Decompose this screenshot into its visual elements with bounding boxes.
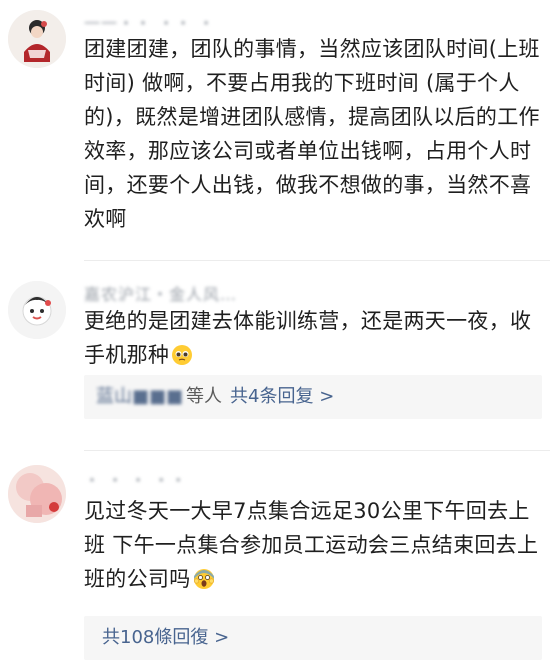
pleading-face-emoji-icon xyxy=(171,344,193,366)
username[interactable]: 一一・・ ・・ ・ xyxy=(84,10,215,34)
comment-text: 团建团建，团队的事情，当然应该团队时间(上班时间) 做啊，不要占用我的下班时间 … xyxy=(84,32,546,236)
comment-text-content: 见过冬天一大早7点集合远足30公里下午回去上班 下午一点集合参加员工运动会三点结… xyxy=(84,499,539,591)
view-replies-link[interactable]: 共4条回复 > xyxy=(230,386,334,407)
avatar[interactable] xyxy=(8,281,66,339)
comment-text-content: 团建团建，团队的事情，当然应该团队时间(上班时间) 做啊，不要占用我的下班时间 … xyxy=(84,37,540,231)
comment-item: 一一・・ ・・ ・ 团建团建，团队的事情，当然应该团队时间(上班时间) 做啊，不… xyxy=(0,0,550,260)
comment-text-content: 更绝的是团建去体能训练营，还是两天一夜，收手机那种 xyxy=(84,309,532,367)
username[interactable]: 嘉农沪江・金人风… xyxy=(84,281,237,305)
username[interactable]: ・ ・ ・ ・・ xyxy=(84,467,187,491)
reply-summary[interactable]: 蓝山■■■ 等人 共4条回复 > xyxy=(84,375,542,419)
reply-summary[interactable]: 共108條回復 > xyxy=(84,616,542,660)
comment-text: 见过冬天一大早7点集合远足30公里下午回去上班 下午一点集合参加员工运动会三点结… xyxy=(84,494,546,596)
reply-suffix: 等人 xyxy=(186,386,223,407)
photo-avatar-icon xyxy=(8,465,66,523)
cartoon-avatar-icon xyxy=(8,10,66,68)
avatar[interactable] xyxy=(8,10,66,68)
reply-usernames[interactable]: 蓝山■■■ xyxy=(96,375,183,419)
view-replies-link[interactable]: 共108條回復 > xyxy=(102,627,229,648)
comment-text: 更绝的是团建去体能训练营，还是两天一夜，收手机那种 xyxy=(84,304,546,372)
comment-item: ・ ・ ・ ・・ 见过冬天一大早7点集合远足30公里下午回去上班 下午一点集合参… xyxy=(0,451,550,665)
comment-item: 嘉农沪江・金人风… 更绝的是团建去体能训练营，还是两天一夜，收手机那种 蓝山■■… xyxy=(0,261,550,451)
avatar[interactable] xyxy=(8,465,66,523)
cartoon-avatar-icon xyxy=(8,281,66,339)
screaming-face-emoji-icon xyxy=(193,568,215,590)
